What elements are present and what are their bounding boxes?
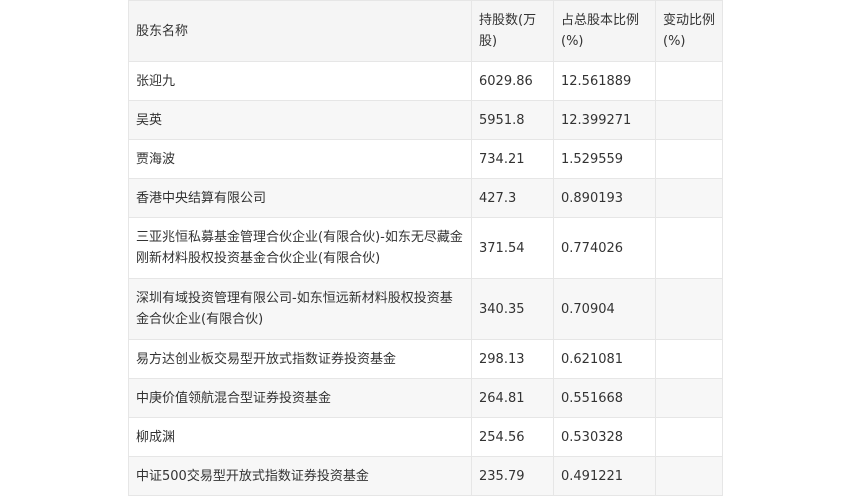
cell-name: 中庚价值领航混合型证券投资基金 [128,378,472,418]
cell-name: 贾海波 [128,139,472,179]
table-row: 深圳有域投资管理有限公司-如东恒远新材料股权投资基金合伙企业(有限合伙) 340… [128,278,723,340]
table-row: 易方达创业板交易型开放式指数证券投资基金 298.13 0.621081 [128,339,723,379]
cell-name: 深圳有域投资管理有限公司-如东恒远新材料股权投资基金合伙企业(有限合伙) [128,278,472,340]
cell-change [655,61,723,101]
cell-ratio: 12.561889 [553,61,656,101]
table-header: 股东名称 持股数(万股) 占总股本比例(%) 变动比例(%) [128,0,723,62]
cell-ratio: 0.774026 [553,217,656,279]
table-row: 中证500交易型开放式指数证券投资基金 235.79 0.491221 [128,456,723,496]
cell-ratio: 12.399271 [553,100,656,140]
cell-name: 香港中央结算有限公司 [128,178,472,218]
cell-change [655,456,723,496]
cell-change [655,417,723,457]
table-row: 张迎九 6029.86 12.561889 [128,61,723,101]
cell-name: 吴英 [128,100,472,140]
header-shareholder-name: 股东名称 [128,0,472,62]
cell-ratio: 0.551668 [553,378,656,418]
cell-name: 中证500交易型开放式指数证券投资基金 [128,456,472,496]
table-row: 柳成渊 254.56 0.530328 [128,417,723,457]
shareholder-table: 股东名称 持股数(万股) 占总股本比例(%) 变动比例(%) 张迎九 6029.… [128,0,723,496]
cell-shares: 254.56 [471,417,554,457]
cell-ratio: 0.621081 [553,339,656,379]
cell-shares: 371.54 [471,217,554,279]
shareholder-table-container: 股东名称 持股数(万股) 占总股本比例(%) 变动比例(%) 张迎九 6029.… [128,0,723,496]
cell-shares: 5951.8 [471,100,554,140]
header-shares: 持股数(万股) [471,0,554,62]
header-change: 变动比例(%) [655,0,723,62]
cell-change [655,100,723,140]
cell-ratio: 0.70904 [553,278,656,340]
cell-change [655,378,723,418]
cell-ratio: 0.491221 [553,456,656,496]
header-ratio: 占总股本比例(%) [553,0,656,62]
table-row: 贾海波 734.21 1.529559 [128,139,723,179]
cell-change [655,217,723,279]
cell-ratio: 0.890193 [553,178,656,218]
table-body: 张迎九 6029.86 12.561889 吴英 5951.8 12.39927… [128,61,723,496]
cell-shares: 734.21 [471,139,554,179]
cell-name: 易方达创业板交易型开放式指数证券投资基金 [128,339,472,379]
cell-shares: 235.79 [471,456,554,496]
cell-change [655,278,723,340]
table-row: 香港中央结算有限公司 427.3 0.890193 [128,178,723,218]
cell-ratio: 0.530328 [553,417,656,457]
cell-shares: 298.13 [471,339,554,379]
table-row: 中庚价值领航混合型证券投资基金 264.81 0.551668 [128,378,723,418]
cell-change [655,339,723,379]
cell-shares: 6029.86 [471,61,554,101]
cell-name: 柳成渊 [128,417,472,457]
cell-shares: 264.81 [471,378,554,418]
cell-shares: 340.35 [471,278,554,340]
cell-ratio: 1.529559 [553,139,656,179]
table-row: 吴英 5951.8 12.399271 [128,100,723,140]
cell-change [655,178,723,218]
cell-name: 张迎九 [128,61,472,101]
cell-change [655,139,723,179]
cell-name: 三亚兆恒私募基金管理合伙企业(有限合伙)-如东无尽藏金刚新材料股权投资基金合伙企… [128,217,472,279]
cell-shares: 427.3 [471,178,554,218]
header-row: 股东名称 持股数(万股) 占总股本比例(%) 变动比例(%) [128,0,723,62]
table-row: 三亚兆恒私募基金管理合伙企业(有限合伙)-如东无尽藏金刚新材料股权投资基金合伙企… [128,217,723,279]
